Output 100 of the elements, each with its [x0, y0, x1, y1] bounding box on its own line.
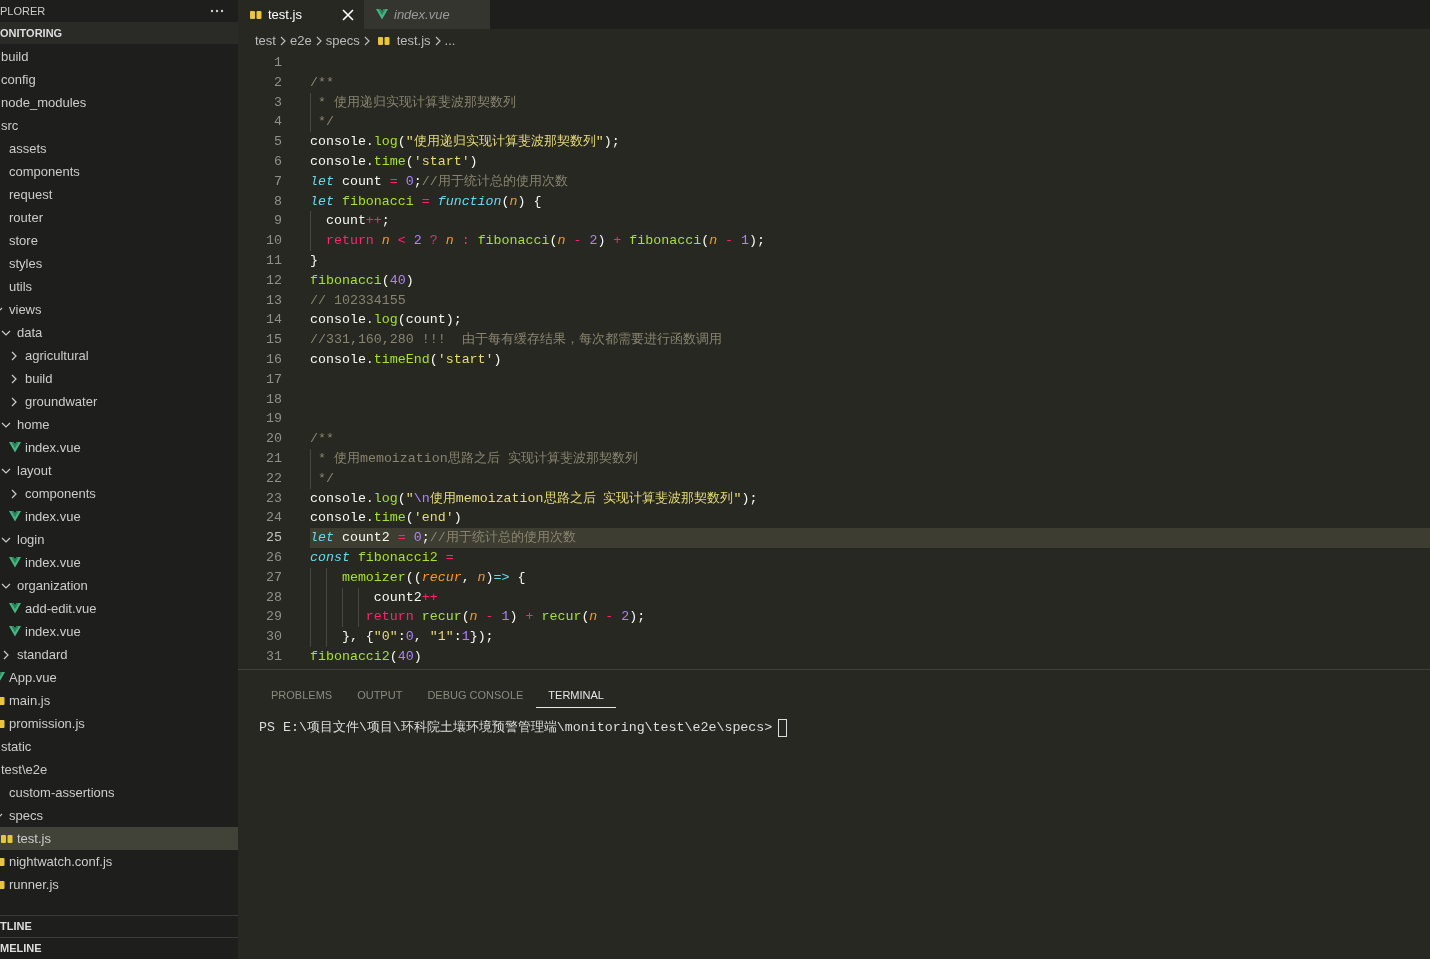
code-line: const fibonacci2 =	[310, 549, 454, 565]
file-item[interactable]: index.vue	[25, 552, 81, 573]
vue-file-icon	[9, 557, 21, 568]
line-number: 19	[265, 410, 283, 429]
line-number: 11	[265, 251, 283, 270]
folder-item[interactable]: views	[9, 299, 42, 320]
folder-item[interactable]: test\e2e	[1, 759, 48, 780]
code-line: console.time('start')	[310, 154, 478, 169]
panel-tab[interactable]: PROBLEMS	[259, 680, 345, 708]
code-line: */	[316, 114, 334, 130]
file-item[interactable]: App.vue	[9, 667, 57, 688]
panel-tab[interactable]: OUTPUT	[345, 680, 415, 708]
line-number: 31	[265, 647, 283, 666]
folder-item[interactable]: login	[17, 529, 45, 550]
folder-item[interactable]: static	[1, 736, 32, 757]
editor-tab[interactable]: index.vue	[364, 0, 490, 29]
folder-item[interactable]: groundwater	[25, 391, 98, 412]
folder-item[interactable]: config	[1, 69, 36, 90]
chevron-right-icon	[362, 34, 371, 47]
code-line: console.log("\n使用memoization思路之后 实现计算斐波那契数列");	[310, 490, 758, 506]
folder-item[interactable]: components	[25, 483, 96, 504]
code-line: return n < 2 ? n : fibonacci(n - 2) + fibonacci(n - 1);	[324, 233, 765, 249]
folder-item[interactable]: custom-assertions	[9, 782, 115, 803]
explorer-title: PLORER	[0, 3, 46, 19]
code-line: fibonacci(40)	[310, 272, 414, 288]
breadcrumb-item[interactable]: specs	[325, 30, 360, 51]
chevron-right-icon[interactable]	[9, 373, 19, 384]
folder-item[interactable]: node_modules	[1, 92, 87, 113]
line-number: 16	[265, 350, 283, 369]
chevron-right-icon	[278, 34, 287, 47]
code-line: //331,160,280 !!! 由于每有缓存结果，每次都需要进行函数调用	[310, 332, 722, 348]
line-number: 24	[265, 509, 283, 528]
line-number: 18	[265, 390, 283, 409]
line-number: 7	[273, 172, 283, 191]
file-item[interactable]: test.js	[17, 828, 51, 849]
section-header[interactable]: MELINE	[0, 940, 42, 957]
vue-file-icon	[9, 442, 21, 453]
folder-item[interactable]: specs	[9, 805, 43, 826]
code-line: count2++	[372, 589, 438, 605]
code-line: /**	[310, 431, 334, 447]
file-item[interactable]: main.js	[9, 690, 51, 711]
folder-item[interactable]: request	[9, 184, 53, 205]
chevron-right-icon[interactable]	[9, 488, 19, 499]
code-line: fibonacci2(40)	[310, 648, 422, 664]
line-number: 9	[273, 212, 283, 231]
panel-tab[interactable]: TERMINAL	[536, 680, 616, 708]
folder-item[interactable]: build	[1, 46, 29, 67]
panel-tab[interactable]: DEBUG CONSOLE	[415, 680, 536, 708]
chevron-right-icon[interactable]	[9, 350, 19, 361]
folder-item[interactable]: layout	[17, 460, 52, 481]
code-line: let count2 = 0;//用于统计总的使用次数	[310, 530, 576, 546]
folder-item[interactable]: src	[1, 115, 19, 136]
vue-file-icon	[9, 511, 21, 522]
code-line: memoizer((recur, n)=> {	[340, 569, 526, 585]
line-number: 23	[265, 489, 283, 508]
folder-item[interactable]: styles	[9, 253, 43, 274]
folder-item[interactable]: home	[17, 414, 50, 435]
folder-item[interactable]: standard	[17, 644, 68, 665]
folder-item[interactable]: utils	[9, 276, 33, 297]
line-number: 28	[265, 588, 283, 607]
breadcrumb-item[interactable]: test	[255, 30, 276, 51]
line-number: 29	[265, 608, 283, 627]
folder-item[interactable]: build	[25, 368, 53, 389]
code-line: * 使用memoization思路之后 实现计算斐波那契数列	[316, 450, 638, 466]
folder-item[interactable]: data	[17, 322, 43, 343]
file-item[interactable]: runner.js	[9, 874, 59, 895]
code-line: count++;	[324, 213, 390, 229]
code-line: }, {"0":0, "1":1});	[340, 629, 494, 645]
code-line: console.time('end')	[310, 510, 462, 526]
line-number: 22	[265, 469, 283, 488]
folder-item[interactable]: organization	[17, 575, 88, 596]
folder-item[interactable]: store	[9, 230, 38, 251]
vue-file-icon	[9, 603, 21, 614]
line-number: 3	[273, 93, 283, 112]
file-item[interactable]: index.vue	[25, 437, 81, 458]
file-item[interactable]: add-edit.vue	[25, 598, 97, 619]
folder-item[interactable]: router	[9, 207, 43, 228]
chevron-right-icon[interactable]	[9, 396, 19, 407]
code-line: let fibonacci = function(n) {	[310, 193, 542, 209]
vue-file-icon	[376, 9, 388, 20]
section-header[interactable]: TLINE	[0, 918, 32, 935]
code-line: console.log(count);	[310, 312, 462, 328]
breadcrumb-item[interactable]: e2e	[289, 30, 312, 51]
file-item[interactable]: index.vue	[25, 506, 81, 527]
folder-item[interactable]: components	[9, 161, 80, 182]
file-item[interactable]: promission.js	[9, 713, 85, 734]
chevron-right-icon[interactable]	[1, 649, 11, 660]
breadcrumb-item[interactable]: test.js	[396, 30, 431, 51]
file-item[interactable]: nightwatch.conf.js	[9, 851, 113, 872]
breadcrumb-item[interactable]: ...	[444, 30, 456, 51]
more-icon[interactable]	[210, 9, 224, 13]
vue-file-icon	[9, 626, 21, 637]
code-line: console.log("使用递归实现计算斐波那契数列");	[310, 134, 620, 150]
file-item[interactable]: index.vue	[25, 621, 81, 642]
line-number: 30	[265, 628, 283, 647]
close-icon[interactable]	[342, 8, 354, 21]
line-number: 5	[273, 133, 283, 152]
folder-item[interactable]: assets	[9, 138, 47, 159]
editor-tab[interactable]: test.js	[238, 0, 364, 29]
folder-item[interactable]: agricultural	[25, 345, 89, 366]
